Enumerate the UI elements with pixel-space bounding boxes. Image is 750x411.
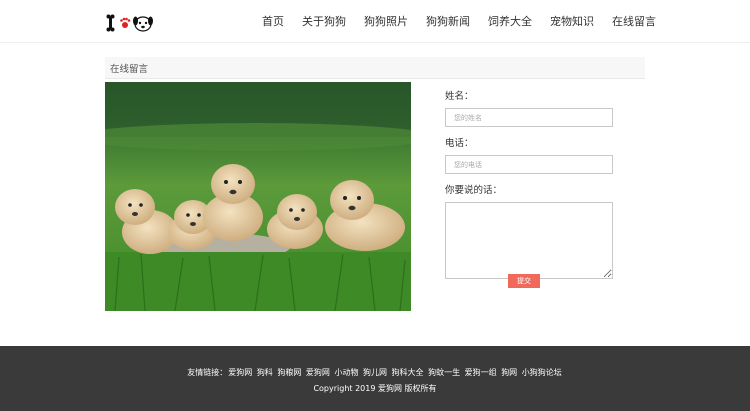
nav-dog-news[interactable]: 狗狗新闻 xyxy=(426,14,470,30)
i-love-dog-logo[interactable] xyxy=(106,14,154,32)
friend-link[interactable]: 狗蚊一生 xyxy=(428,368,460,377)
friend-link[interactable]: 小狗狗论坛 xyxy=(522,368,562,377)
friend-link[interactable]: 狗儿网 xyxy=(363,368,387,377)
submit-button[interactable]: 提交 xyxy=(508,274,540,288)
friend-link[interactable]: 狗科 xyxy=(257,368,273,377)
section-title: 在线留言 xyxy=(110,64,149,75)
name-label: 姓名： xyxy=(445,91,474,102)
message-label: 你要说的话： xyxy=(445,185,503,196)
main-nav: 首页 关于狗狗 狗狗照片 狗狗新闻 饲养大全 宠物知识 在线留言 xyxy=(262,14,656,30)
phone-label: 电话： xyxy=(445,138,474,149)
friend-links: 友情链接：爱狗网 狗科 狗粮网 爱狗网 小动物 狗儿网 狗科大全 狗蚊一生 爱狗… xyxy=(0,367,750,378)
friend-link[interactable]: 小动物 xyxy=(334,368,358,377)
site-header: 首页 关于狗狗 狗狗照片 狗狗新闻 饲养大全 宠物知识 在线留言 xyxy=(0,0,750,43)
friend-link[interactable]: 爱狗网 xyxy=(306,368,330,377)
friend-link[interactable]: 爱狗网 xyxy=(228,368,252,377)
phone-input[interactable] xyxy=(445,155,613,174)
copyright-text: Copyright 2019 爱狗网 版权所有 xyxy=(313,384,437,393)
message-textarea[interactable] xyxy=(445,202,613,279)
puppies-photo xyxy=(105,82,411,311)
nav-about-dogs[interactable]: 关于狗狗 xyxy=(302,14,346,30)
nav-pet-knowledge[interactable]: 宠物知识 xyxy=(550,14,594,30)
nav-home[interactable]: 首页 xyxy=(262,14,284,30)
friend-link[interactable]: 爱狗一组 xyxy=(465,368,497,377)
friend-link[interactable]: 狗网 xyxy=(501,368,517,377)
friend-links-label: 友情链接： xyxy=(187,368,228,377)
friend-link[interactable]: 狗粮网 xyxy=(277,368,301,377)
name-input[interactable] xyxy=(445,108,613,127)
nav-feeding-guide[interactable]: 饲养大全 xyxy=(488,14,532,30)
section-title-bar: 在线留言 xyxy=(105,57,645,79)
nav-dog-photos[interactable]: 狗狗照片 xyxy=(364,14,408,30)
friend-link[interactable]: 狗科大全 xyxy=(392,368,424,377)
nav-online-message[interactable]: 在线留言 xyxy=(612,14,656,30)
message-form: 姓名： 电话： 你要说的话： xyxy=(445,88,615,279)
site-footer: 友情链接：爱狗网 狗科 狗粮网 爱狗网 小动物 狗儿网 狗科大全 狗蚊一生 爱狗… xyxy=(0,346,750,411)
